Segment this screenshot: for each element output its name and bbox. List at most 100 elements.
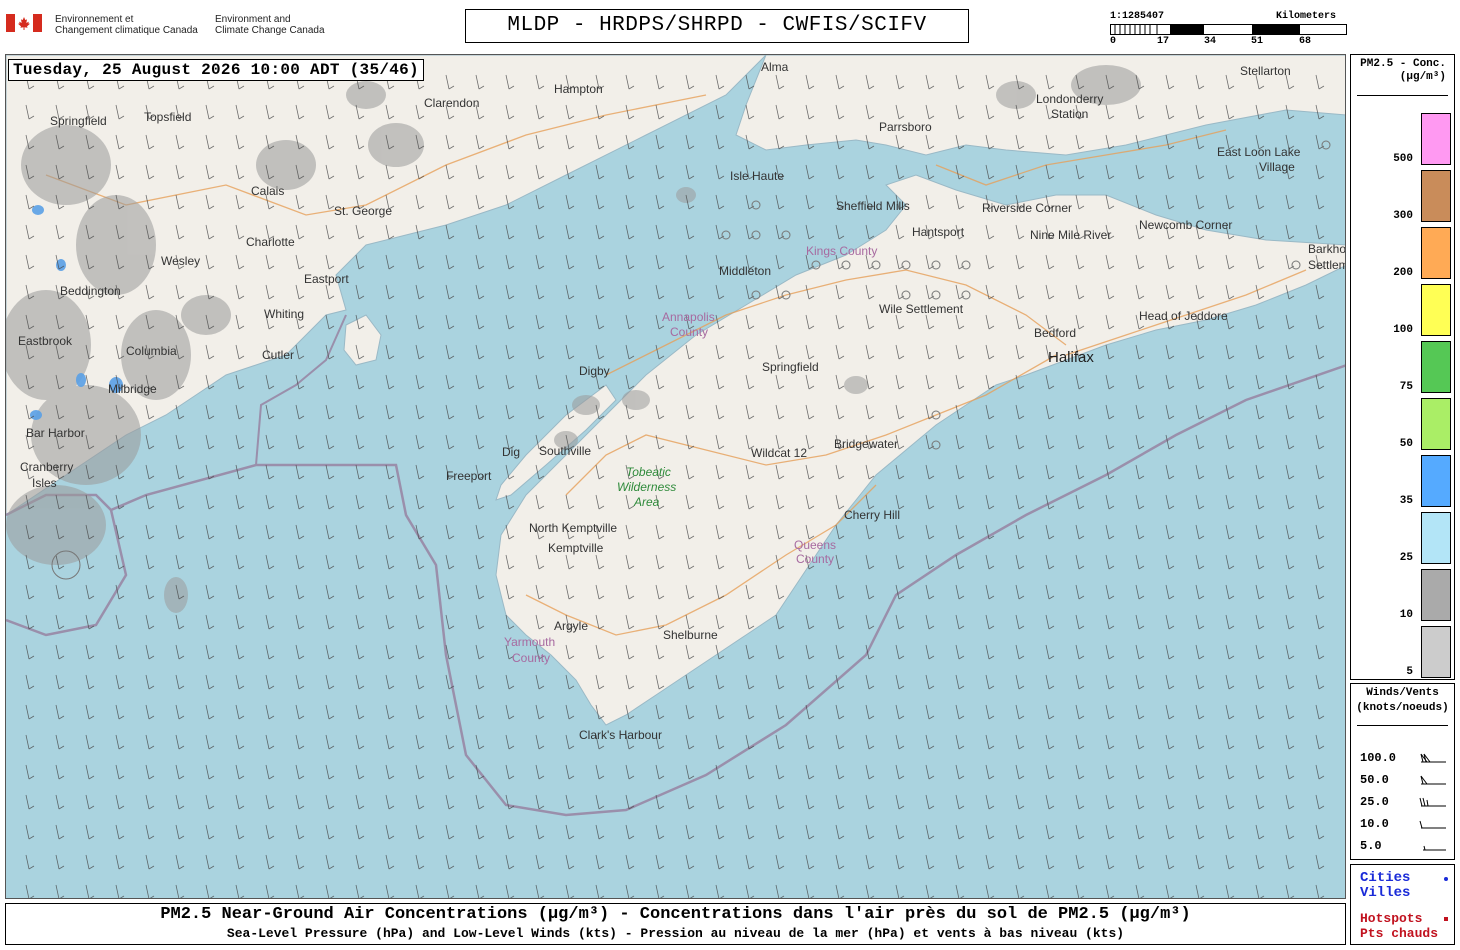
- agency-name-english: Environment and Climate Change Canada: [215, 14, 325, 36]
- svg-text:Cranberry: Cranberry: [20, 460, 73, 474]
- svg-text:Clark's Harbour: Clark's Harbour: [579, 728, 662, 742]
- svg-text:Cherry Hill: Cherry Hill: [844, 508, 900, 522]
- pm25-legend: PM2.5 - Conc. (µg/m³) 500 300 200 100 75 50 35 2…: [1350, 54, 1455, 680]
- winds-divider: [1357, 725, 1448, 726]
- svg-text:Hampton: Hampton: [554, 82, 603, 96]
- svg-text:Southville: Southville: [539, 444, 591, 458]
- svg-text:Clarendon: Clarendon: [424, 96, 479, 110]
- svg-text:Digby: Digby: [579, 364, 610, 378]
- svg-text:Barkho: Barkho: [1308, 242, 1346, 256]
- legend-swatch-75: [1421, 341, 1451, 393]
- svg-text:Kings County: Kings County: [806, 244, 877, 258]
- scale-tick-34: 34: [1204, 36, 1217, 47]
- svg-text:Head of Jeddore: Head of Jeddore: [1139, 309, 1228, 323]
- svg-text:Eastport: Eastport: [304, 272, 349, 286]
- svg-text:Cutler: Cutler: [262, 348, 294, 362]
- svg-text:Annapolis: Annapolis: [662, 310, 715, 324]
- svg-text:Dig: Dig: [502, 445, 520, 459]
- scale-ratio: 1:1285407: [1110, 11, 1165, 22]
- legend-swatch-200: [1421, 227, 1451, 279]
- legend-divider: [1357, 95, 1448, 96]
- svg-text:Alma: Alma: [761, 60, 789, 74]
- svg-text:Columbia: Columbia: [126, 344, 177, 358]
- svg-text:Wile Settlement: Wile Settlement: [879, 302, 964, 316]
- svg-text:Yarmouth: Yarmouth: [504, 635, 555, 649]
- wind-speed-100: 100.0: [1360, 751, 1397, 765]
- svg-text:Newcomb Corner: Newcomb Corner: [1139, 218, 1232, 232]
- svg-text:Sheffield Mills: Sheffield Mills: [836, 199, 910, 213]
- svg-text:Wilderness: Wilderness: [617, 480, 676, 494]
- wind-barb-icons: [1419, 753, 1446, 851]
- svg-text:County: County: [796, 552, 834, 566]
- svg-text:Parrsboro: Parrsboro: [879, 120, 932, 134]
- hotspot-square-icon: [1444, 917, 1448, 921]
- svg-text:Freeport: Freeport: [446, 469, 492, 483]
- svg-text:Nine Mile River: Nine Mile River: [1030, 228, 1111, 242]
- svg-text:Charlotte: Charlotte: [246, 235, 295, 249]
- model-title: MLDP - HRDPS/SHRPD - CWFIS/SCIFV: [465, 9, 969, 43]
- points-legend: Cities Villes Hotspots Pts chauds: [1350, 864, 1455, 945]
- svg-text:County: County: [512, 651, 550, 665]
- svg-text:Beddington: Beddington: [60, 284, 121, 298]
- svg-text:County: County: [670, 325, 708, 339]
- svg-text:Eastbrook: Eastbrook: [18, 334, 73, 348]
- svg-text:Springfield: Springfield: [762, 360, 819, 374]
- svg-text:Kemptville: Kemptville: [548, 541, 604, 555]
- legend-swatch-300: [1421, 170, 1451, 222]
- svg-text:Calais: Calais: [251, 184, 284, 198]
- svg-text:Milbridge: Milbridge: [108, 382, 157, 396]
- svg-text:Isle Haute: Isle Haute: [730, 169, 784, 183]
- svg-text:Riverside Corner: Riverside Corner: [982, 201, 1072, 215]
- scale-bar: [1110, 24, 1347, 35]
- legend-label-100: 100: [1393, 324, 1413, 336]
- legend-label-75: 75: [1399, 381, 1413, 393]
- svg-text:Wildcat 12: Wildcat 12: [751, 446, 807, 460]
- svg-text:Wesley: Wesley: [161, 254, 200, 268]
- svg-text:Whiting: Whiting: [264, 307, 304, 321]
- footer-line-1: PM2.5 Near-Ground Air Concentrations (µg…: [160, 905, 1191, 924]
- svg-text:Village: Village: [1259, 160, 1295, 174]
- legend-swatch-10: [1421, 569, 1451, 621]
- svg-text:Middleton: Middleton: [719, 264, 771, 278]
- svg-text:Queens: Queens: [794, 538, 836, 552]
- svg-text:Bridgewater: Bridgewater: [834, 437, 898, 451]
- basemap: Alma Hampton Clarendon Topsfield Springf…: [6, 55, 1346, 898]
- svg-text:St. George: St. George: [334, 204, 392, 218]
- legend-label-300: 300: [1393, 210, 1413, 222]
- svg-text:Stellarton: Stellarton: [1240, 64, 1291, 78]
- legend-title: PM2.5 - Conc. (µg/m³): [1360, 58, 1446, 83]
- svg-text:Topsfield: Topsfield: [144, 110, 191, 124]
- legend-label-25: 25: [1399, 552, 1413, 564]
- scale-unit-label: Kilometers: [1276, 11, 1337, 22]
- canada-flag-logo: [6, 14, 42, 32]
- svg-text:Argyle: Argyle: [554, 619, 588, 633]
- wind-speed-50: 50.0: [1360, 773, 1389, 787]
- legend-swatch-25: [1421, 512, 1451, 564]
- svg-text:East Loon Lake: East Loon Lake: [1217, 145, 1301, 159]
- legend-swatch-5: [1421, 626, 1451, 678]
- svg-text:Area: Area: [633, 495, 660, 509]
- svg-text:Isles: Isles: [32, 476, 57, 490]
- wind-speed-10: 10.0: [1360, 817, 1389, 831]
- svg-text:Londonderry: Londonderry: [1036, 92, 1103, 106]
- map-canvas[interactable]: Alma Hampton Clarendon Topsfield Springf…: [5, 54, 1346, 899]
- city-dot-icon: [1444, 877, 1448, 881]
- footer-caption: PM2.5 Near-Ground Air Concentrations (µg…: [5, 903, 1346, 945]
- legend-label-50: 50: [1399, 438, 1413, 450]
- scale-tick-51: 51: [1251, 36, 1264, 47]
- cities-label: Cities Villes: [1360, 870, 1411, 901]
- legend-swatch-100: [1421, 284, 1451, 336]
- svg-text:Tobeatic: Tobeatic: [626, 465, 671, 479]
- svg-text:Springfield: Springfield: [50, 114, 107, 128]
- scale-tick-17: 17: [1157, 36, 1170, 47]
- legend-label-200: 200: [1393, 267, 1413, 279]
- svg-text:Hantsport: Hantsport: [912, 225, 965, 239]
- legend-swatch-35: [1421, 455, 1451, 507]
- svg-text:Bedford: Bedford: [1034, 326, 1076, 340]
- scale-tick-0: 0: [1110, 36, 1117, 47]
- wind-speed-5: 5.0: [1360, 839, 1382, 853]
- legend-label-5: 5: [1406, 666, 1413, 678]
- wind-speed-25: 25.0: [1360, 795, 1389, 809]
- legend-label-10: 10: [1399, 609, 1413, 621]
- legend-label-500: 500: [1393, 153, 1413, 165]
